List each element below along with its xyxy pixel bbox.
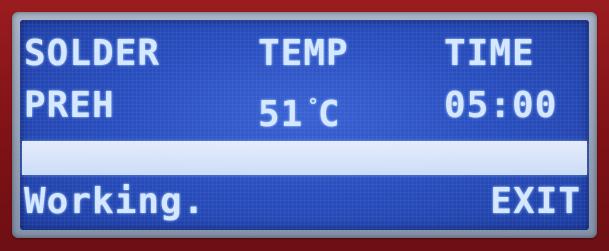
lcd-screen: SOLDER TEMP TIME PREH 51 °C 05:00 Working… [20, 20, 589, 230]
exit-button[interactable]: EXIT [490, 180, 581, 224]
progress-bar [22, 141, 587, 175]
progress-bar-fill [22, 141, 587, 175]
temperature-readout: 51 °C [258, 86, 341, 135]
temp-label: TEMP [258, 33, 349, 74]
temperature-unit: C [317, 94, 341, 135]
mode-value: PREH [24, 85, 115, 126]
time-value: 05:00 [444, 85, 558, 126]
solder-label: SOLDER [24, 33, 161, 74]
status-text: Working. [24, 181, 206, 222]
time-label: TIME [444, 33, 535, 74]
temperature-value: 51 [258, 94, 304, 135]
